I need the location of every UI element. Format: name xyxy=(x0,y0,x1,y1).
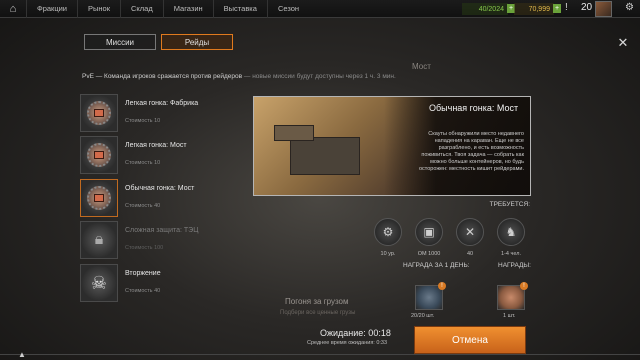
mission-name: Легкая гонка: Мост xyxy=(125,142,187,149)
gear-icon: ⚙ xyxy=(374,218,402,246)
info-badge-icon: ! xyxy=(520,282,528,290)
mission-cost: Стоимость 10 xyxy=(125,118,161,124)
mode-description: PvE — Команда игроков сражается против р… xyxy=(82,73,396,80)
nav-storage[interactable]: Склад xyxy=(120,0,163,18)
req-level: ⚙ 10 ур. xyxy=(373,218,403,257)
nav-market[interactable]: Рынок xyxy=(77,0,120,18)
mission-item-normal-bridge[interactable]: Обычная гонка: Мост Стоимость 40 xyxy=(80,179,240,217)
skull-crossed-icon: ☠ xyxy=(80,264,118,302)
reward-item[interactable]: ! xyxy=(497,282,528,310)
lock-icon: 🔒︎ xyxy=(80,221,118,259)
mission-cost: Стоимость 40 xyxy=(125,288,161,294)
daily-reward-label: НАГРАДА ЗА 1 ДЕНЬ: xyxy=(403,262,470,269)
req-value: 1-4 чел. xyxy=(501,251,521,257)
settings-gear-icon[interactable]: ⚙ xyxy=(625,2,634,13)
cancel-button[interactable]: Отмена xyxy=(414,326,526,354)
mission-cost: Стоимость 10 xyxy=(125,160,161,166)
mode-description-note: — новые миссии будут доступны через 1 ч.… xyxy=(242,73,396,80)
requirements-label: ТРЕБУЕТСЯ: xyxy=(489,201,530,208)
add-coins-icon[interactable]: + xyxy=(553,4,561,13)
req-power: ▣ ОМ 1000 xyxy=(414,218,444,257)
info-badge-icon: ! xyxy=(438,282,446,290)
mission-detail-panel: Обычная гонка: Мост Скауты обнаружили ме… xyxy=(253,96,531,196)
waiting-timer: Ожидание: 00:18 xyxy=(320,328,391,338)
convoy-subtitle: Подбери все ценные грузы xyxy=(280,310,356,316)
nav-exhibition[interactable]: Выставка xyxy=(212,0,267,18)
player-level: 20 xyxy=(581,2,593,13)
mission-name: Легкая гонка: Фабрика xyxy=(125,100,199,107)
convoy-title: Погоня за грузом xyxy=(285,297,349,306)
average-waiting: Среднее время ожидания: 0:33 xyxy=(307,340,388,346)
nav-season[interactable]: Сезон xyxy=(266,0,309,18)
mission-name: Вторжение xyxy=(125,270,161,277)
notification-icon[interactable]: ! xyxy=(565,2,568,13)
rewards-label: НАГРАДЫ: xyxy=(498,262,531,269)
req-value: 40 xyxy=(466,251,474,257)
mission-name: Обычная гонка: Мост xyxy=(125,185,195,192)
mission-icon xyxy=(80,136,118,174)
mode-description-main: PvE — Команда игроков сражается против р… xyxy=(82,73,243,80)
mission-cost: Стоимость 100 xyxy=(125,245,164,251)
close-icon[interactable]: ✕ xyxy=(615,35,631,51)
resource-coins: 70,999 xyxy=(514,3,554,15)
chevron-up-icon[interactable]: ▲ xyxy=(18,350,26,359)
resource-scrap: 40/2024 xyxy=(462,3,508,15)
armor-icon: ▣ xyxy=(415,218,443,246)
home-icon[interactable]: ⌂ xyxy=(0,0,26,18)
mission-item-light-bridge[interactable]: Легкая гонка: Мост Стоимость 10 xyxy=(80,136,240,174)
map-name-ghost: Мост xyxy=(412,62,431,71)
mission-icon xyxy=(80,179,118,217)
avatar[interactable] xyxy=(595,1,612,17)
tab-missions[interactable]: Миссии xyxy=(84,34,156,50)
req-energy: ✕ 40 xyxy=(455,218,485,257)
detail-text: Скауты обнаружили место недавнего нападе… xyxy=(418,131,524,172)
req-value: ОМ 1000 xyxy=(417,251,441,257)
req-crew: ♞ 1-4 чел. xyxy=(496,218,526,257)
map-preview-roof xyxy=(274,125,314,141)
nav-factions[interactable]: Фракции xyxy=(26,0,77,18)
tab-raids[interactable]: Рейды xyxy=(161,34,233,50)
mission-icon xyxy=(80,94,118,132)
req-value: 10 ур. xyxy=(380,251,396,257)
map-preview-building xyxy=(290,137,360,175)
mission-item-invasion[interactable]: ☠ Вторжение Стоимость 40 xyxy=(80,264,240,302)
detail-title: Обычная гонка: Мост xyxy=(429,103,519,113)
reward-count: 1 шт. xyxy=(503,313,516,319)
wrench-icon: ✕ xyxy=(456,218,484,246)
daily-reward-item[interactable]: ! xyxy=(415,282,446,310)
mission-item-light-factory[interactable]: Легкая гонка: Фабрика Стоимость 10 xyxy=(80,94,240,132)
crew-icon: ♞ xyxy=(497,218,525,246)
mission-cost: Стоимость 40 xyxy=(125,203,161,209)
bottom-divider xyxy=(0,354,640,355)
nav-shop[interactable]: Магазин xyxy=(162,0,213,18)
mission-name: Сложная защита: ТЭЦ xyxy=(125,227,199,234)
mission-item-hard-defense[interactable]: 🔒︎ Сложная защита: ТЭЦ Стоимость 100 xyxy=(80,221,240,259)
daily-reward-count: 20/20 шт. xyxy=(411,313,435,319)
